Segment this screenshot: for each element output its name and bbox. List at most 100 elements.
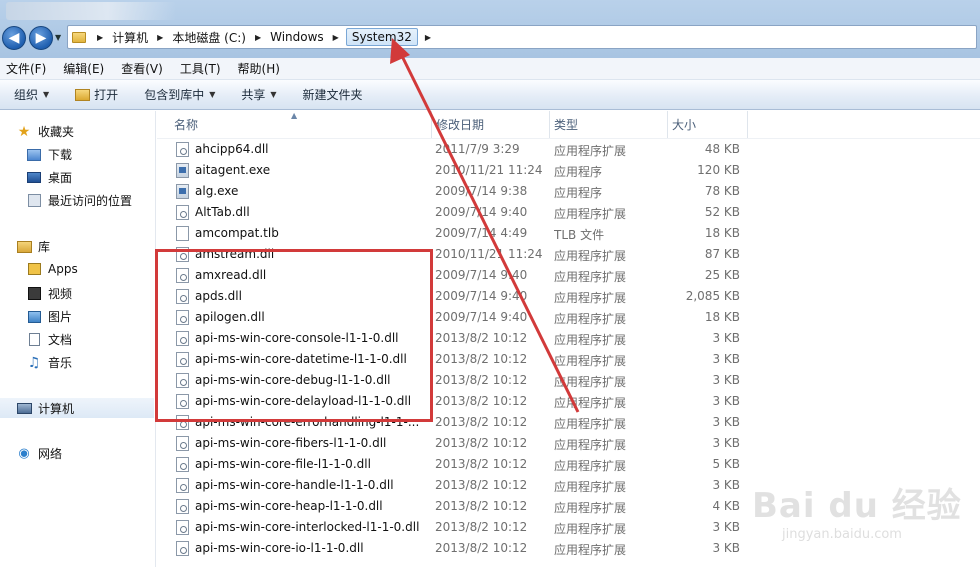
forward-button[interactable]: ▶ bbox=[29, 26, 53, 50]
libraries-icon bbox=[16, 240, 32, 253]
breadcrumb-computer[interactable]: 计算机 bbox=[110, 27, 150, 48]
menu-tools[interactable]: 工具(T) bbox=[180, 60, 221, 77]
nav-desktop[interactable]: 桌面 bbox=[26, 169, 72, 186]
column-date-modified[interactable]: 修改日期 bbox=[432, 111, 550, 138]
video-icon bbox=[27, 287, 41, 300]
menu-bar: 文件(F) 编辑(E) 查看(V) 工具(T) 帮助(H) bbox=[0, 58, 980, 80]
nav-libraries[interactable]: 库 bbox=[16, 238, 50, 255]
file-type: 应用程序扩展 bbox=[554, 144, 627, 158]
baidu-watermark: Bai du 经验 jingyan.baidu.com bbox=[752, 478, 972, 558]
nav-music-label: 音乐 bbox=[48, 356, 73, 370]
table-row[interactable]: api-ms-win-core-file-l1-1-0.dll 2013/8/2 … bbox=[157, 454, 980, 475]
nav-favorites[interactable]: ★ 收藏夹 bbox=[16, 123, 74, 140]
open-button[interactable]: 打开 bbox=[75, 86, 118, 103]
downloads-folder-icon bbox=[27, 148, 41, 161]
chevron-right-icon[interactable]: ▶ bbox=[255, 33, 261, 42]
table-row[interactable]: AltTab.dll 2009/7/14 9:40 应用程序扩展 52 KB bbox=[157, 202, 980, 223]
nav-favorites-label: 收藏夹 bbox=[38, 125, 75, 139]
file-size: 5 KB bbox=[712, 457, 740, 471]
file-type: 应用程序扩展 bbox=[554, 501, 627, 515]
file-date: 2013/8/2 10:12 bbox=[435, 457, 528, 471]
file-date: 2013/8/2 10:12 bbox=[435, 331, 528, 345]
file-size: 78 KB bbox=[704, 184, 740, 198]
table-row[interactable]: amcompat.tlb 2009/7/14 4:49 TLB 文件 18 KB bbox=[157, 223, 980, 244]
chevron-right-icon[interactable]: ▶ bbox=[333, 33, 339, 42]
music-icon: ♫ bbox=[27, 354, 41, 371]
nav-documents[interactable]: 文档 bbox=[26, 331, 72, 348]
file-type: 应用程序扩展 bbox=[554, 438, 627, 452]
table-row[interactable]: aitagent.exe 2010/11/21 11:24 应用程序 120 KB bbox=[157, 160, 980, 181]
file-type: 应用程序扩展 bbox=[554, 249, 627, 263]
file-size: 52 KB bbox=[704, 205, 740, 219]
dll-file-icon bbox=[176, 499, 189, 514]
file-date: 2013/8/2 10:12 bbox=[435, 436, 528, 450]
file-type: 应用程序扩展 bbox=[554, 417, 627, 431]
include-in-library-button[interactable]: 包含到库中 ▼ bbox=[144, 86, 215, 103]
breadcrumb-local-disk[interactable]: 本地磁盘 (C:) bbox=[170, 27, 248, 48]
dll-file-icon bbox=[176, 478, 189, 493]
star-icon: ★ bbox=[17, 123, 31, 140]
nav-computer-label: 计算机 bbox=[38, 401, 75, 416]
file-date: 2009/7/14 9:40 bbox=[435, 289, 528, 303]
nav-recent-places[interactable]: 最近访问的位置 bbox=[26, 192, 132, 209]
file-size: 87 KB bbox=[704, 247, 740, 261]
file-type: 应用程序扩展 bbox=[554, 207, 627, 221]
nav-apps[interactable]: Apps bbox=[26, 262, 78, 276]
file-name: aitagent.exe bbox=[195, 163, 271, 177]
menu-view[interactable]: 查看(V) bbox=[121, 60, 163, 77]
menu-file[interactable]: 文件(F) bbox=[6, 60, 46, 77]
share-label: 共享 bbox=[241, 88, 266, 102]
file-date: 2011/7/9 3:29 bbox=[435, 142, 520, 156]
desktop-icon bbox=[27, 172, 41, 183]
nav-network[interactable]: ◉ 网络 bbox=[16, 445, 62, 462]
breadcrumb-windows[interactable]: Windows bbox=[268, 28, 326, 46]
nav-pictures[interactable]: 图片 bbox=[26, 308, 72, 325]
file-name: AltTab.dll bbox=[195, 205, 250, 219]
menu-edit[interactable]: 编辑(E) bbox=[63, 60, 104, 77]
back-button[interactable]: ◀ bbox=[2, 26, 26, 50]
file-size: 3 KB bbox=[712, 331, 740, 345]
open-icon bbox=[75, 88, 91, 101]
share-button[interactable]: 共享 ▼ bbox=[241, 86, 276, 103]
file-type: 应用程序扩展 bbox=[554, 354, 627, 368]
column-name[interactable]: 名称 bbox=[170, 111, 432, 138]
column-size[interactable]: 大小 bbox=[668, 111, 748, 138]
file-name: ahcipp64.dll bbox=[195, 142, 269, 156]
chevron-right-icon[interactable]: ▶ bbox=[97, 33, 103, 42]
watermark-url: jingyan.baidu.com bbox=[782, 527, 902, 542]
organize-button[interactable]: 组织 ▼ bbox=[14, 86, 49, 103]
watermark-logo: Bai du 经验 bbox=[752, 486, 962, 526]
file-icon bbox=[176, 226, 189, 241]
column-type[interactable]: 类型 bbox=[550, 111, 668, 138]
nav-documents-label: 文档 bbox=[48, 333, 73, 347]
chevron-down-icon: ▼ bbox=[270, 90, 277, 99]
file-date: 2013/8/2 10:12 bbox=[435, 520, 528, 534]
menu-help[interactable]: 帮助(H) bbox=[238, 60, 280, 77]
table-row[interactable]: api-ms-win-core-fibers-l1-1-0.dll 2013/8/… bbox=[157, 433, 980, 454]
file-size: 3 KB bbox=[712, 373, 740, 387]
recent-pages-dropdown-icon[interactable]: ▼ bbox=[55, 33, 61, 42]
file-size: 3 KB bbox=[712, 394, 740, 408]
dll-file-icon bbox=[176, 205, 189, 220]
table-row[interactable]: ahcipp64.dll 2011/7/9 3:29 应用程序扩展 48 KB bbox=[157, 139, 980, 160]
file-date: 2009/7/14 9:40 bbox=[435, 268, 528, 282]
nav-computer[interactable]: 计算机 bbox=[0, 398, 154, 418]
table-row[interactable]: alg.exe 2009/7/14 9:38 应用程序 78 KB bbox=[157, 181, 980, 202]
chevron-down-icon: ▼ bbox=[43, 90, 50, 99]
nav-music[interactable]: ♫ 音乐 bbox=[26, 354, 72, 371]
organize-label: 组织 bbox=[14, 88, 39, 102]
file-type: 应用程序扩展 bbox=[554, 270, 627, 284]
navigation-pane: ★ 收藏夹 下载 桌面 最近访问的位置 库 Apps 视频 图片 文档 ♫ 音乐… bbox=[0, 111, 156, 567]
file-size: 4 KB bbox=[712, 499, 740, 513]
apps-icon bbox=[27, 263, 41, 275]
address-bar[interactable]: ▶ 计算机 ▶ 本地磁盘 (C:) ▶ Windows ▶ System32 ▶ bbox=[67, 25, 977, 49]
breadcrumb-system32[interactable]: System32 bbox=[345, 28, 418, 46]
file-size: 3 KB bbox=[712, 478, 740, 492]
file-type: 应用程序扩展 bbox=[554, 312, 627, 326]
chevron-right-icon[interactable]: ▶ bbox=[425, 33, 431, 42]
new-folder-button[interactable]: 新建文件夹 bbox=[303, 86, 363, 103]
file-name: alg.exe bbox=[195, 184, 239, 198]
chevron-right-icon[interactable]: ▶ bbox=[157, 33, 163, 42]
nav-downloads[interactable]: 下载 bbox=[26, 146, 72, 163]
nav-videos[interactable]: 视频 bbox=[26, 285, 72, 302]
